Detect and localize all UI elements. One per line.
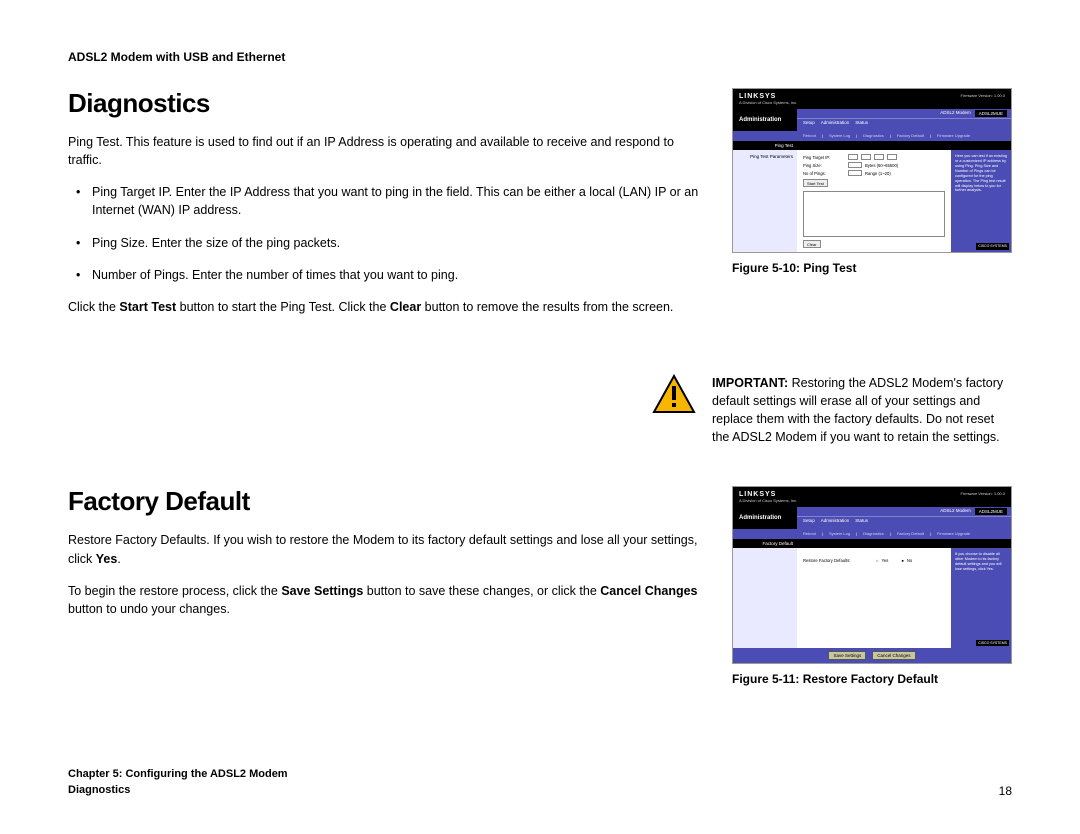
crumb-label: Factory Default — [737, 541, 797, 546]
tab-administration[interactable]: Administration — [821, 518, 850, 523]
cisco-logo: CISCO SYSTEMS — [976, 243, 1009, 250]
ip-input-3[interactable] — [874, 154, 884, 160]
diagnostics-text: Diagnostics Ping Test. This feature is u… — [68, 88, 704, 330]
text: Click the — [68, 300, 119, 314]
tab-status[interactable]: Status — [855, 518, 868, 523]
factory-p2: To begin the restore process, click the … — [68, 582, 704, 618]
size-input[interactable] — [848, 162, 862, 168]
opt-no: No — [907, 558, 912, 563]
subtab-firmware[interactable]: Firmware Upgrade — [937, 133, 970, 138]
model-code: ADSL2MUE — [975, 508, 1007, 515]
subtab-reboot[interactable]: Reboot — [803, 531, 816, 536]
tab-status[interactable]: Status — [855, 120, 868, 125]
brand-sub: A Division of Cisco Systems, Inc. — [739, 498, 1005, 503]
text: Restore Factory Defaults. If you wish to… — [68, 533, 697, 565]
footer-chapter: Chapter 5: Configuring the ADSL2 Modem — [68, 767, 288, 782]
radio-yes[interactable]: ○ — [876, 558, 879, 563]
subtab-factory[interactable]: Factory Default — [897, 133, 924, 138]
yes-ref: Yes — [96, 552, 118, 566]
panel-label: Ping Test Parameters — [733, 150, 797, 252]
ip-input-2[interactable] — [861, 154, 871, 160]
start-test-button[interactable]: Start Test — [803, 179, 828, 187]
diagnostics-heading: Diagnostics — [68, 88, 704, 119]
opt-yes: Yes — [882, 558, 889, 563]
radio-no[interactable]: ● — [901, 558, 904, 563]
factory-row: Factory Default Restore Factory Defaults… — [68, 486, 1012, 686]
factory-text: Factory Default Restore Factory Defaults… — [68, 486, 704, 686]
important-callout: IMPORTANT: Restoring the ADSL2 Modem's f… — [652, 374, 1012, 447]
model-label: ADSL2 Modem — [940, 110, 971, 117]
firmware-label: Firmware Version: 1.00.0 — [961, 93, 1005, 98]
text: To begin the restore process, click the — [68, 584, 281, 598]
ip-input-1[interactable] — [848, 154, 858, 160]
clear-ref: Clear — [390, 300, 421, 314]
crumb-label: Ping Test — [737, 143, 797, 148]
field-target-label: Ping Target IP: — [803, 155, 845, 160]
text: button to save these changes, or click t… — [363, 584, 600, 598]
num-input[interactable] — [848, 170, 862, 176]
bullet-num-pings: Number of Pings. Enter the number of tim… — [92, 266, 704, 284]
clear-button[interactable]: Clear — [803, 240, 821, 248]
help-text: Here you can test if an existing or a cu… — [955, 154, 1007, 193]
brand-sub: A Division of Cisco Systems, Inc. — [739, 100, 1005, 105]
important-label: IMPORTANT: — [712, 376, 788, 390]
diagnostics-row: Diagnostics Ping Test. This feature is u… — [68, 88, 1012, 330]
text: . — [117, 552, 120, 566]
figure-5-10-caption: Figure 5-10: Ping Test — [732, 261, 1012, 275]
subtab-reboot[interactable]: Reboot — [803, 133, 816, 138]
subtab-diagnostics[interactable]: Diagnostics — [863, 531, 884, 536]
model-label: ADSL2 Modem — [940, 508, 971, 515]
cancel-changes-ref: Cancel Changes — [600, 584, 697, 598]
save-settings-button[interactable]: Save Settings — [828, 651, 866, 660]
subtab-factory[interactable]: Factory Default — [897, 531, 924, 536]
footer-section: Diagnostics — [68, 783, 288, 798]
subtab-diagnostics[interactable]: Diagnostics — [863, 133, 884, 138]
figure-5-11: LINKSYS A Division of Cisco Systems, Inc… — [732, 486, 1012, 686]
size-hint: Bytes (60~65500) — [865, 163, 898, 168]
important-text: IMPORTANT: Restoring the ADSL2 Modem's f… — [712, 374, 1012, 447]
cancel-changes-button[interactable]: Cancel Changes — [872, 651, 915, 660]
section-label: Administration — [733, 109, 797, 131]
subtab-firmware[interactable]: Firmware Upgrade — [937, 531, 970, 536]
tab-administration[interactable]: Administration — [821, 120, 850, 125]
subtab-syslog[interactable]: System Log — [829, 531, 850, 536]
important-row: IMPORTANT: Restoring the ADSL2 Modem's f… — [68, 374, 1012, 447]
text: button to undo your changes. — [68, 602, 230, 616]
page-footer: Chapter 5: Configuring the ADSL2 Modem D… — [68, 767, 1012, 798]
tab-setup[interactable]: Setup — [803, 518, 815, 523]
factory-default-screenshot: LINKSYS A Division of Cisco Systems, Inc… — [732, 486, 1012, 664]
cisco-logo: CISCO SYSTEMS — [976, 640, 1009, 647]
product-header: ADSL2 Modem with USB and Ethernet — [68, 50, 1012, 64]
help-text: If you choose to disable all other Modem… — [955, 552, 1007, 572]
diagnostics-closing: Click the Start Test button to start the… — [68, 298, 704, 316]
field-num-label: No of Pings: — [803, 171, 845, 176]
text: button to start the Ping Test. Click the — [176, 300, 390, 314]
tab-setup[interactable]: Setup — [803, 120, 815, 125]
bullet-target-ip: Ping Target IP. Enter the IP Address tha… — [92, 183, 704, 219]
panel-label — [733, 548, 797, 648]
text: button to remove the results from the sc… — [421, 300, 673, 314]
figure-5-11-caption: Figure 5-11: Restore Factory Default — [732, 672, 1012, 686]
subtab-syslog[interactable]: System Log — [829, 133, 850, 138]
bullet-ping-size: Ping Size. Enter the size of the ping pa… — [92, 234, 704, 252]
model-code: ADSL2MUE — [975, 110, 1007, 117]
field-size-label: Ping Size: — [803, 163, 845, 168]
ping-test-screenshot: LINKSYS A Division of Cisco Systems, Inc… — [732, 88, 1012, 253]
restore-label: Restore Factory Defaults: — [803, 558, 873, 563]
save-settings-ref: Save Settings — [281, 584, 363, 598]
warning-icon — [652, 374, 696, 414]
num-hint: Range (1~20) — [865, 171, 891, 176]
ip-input-4[interactable] — [887, 154, 897, 160]
section-label: Administration — [733, 507, 797, 529]
page-number: 18 — [999, 784, 1012, 798]
results-area — [803, 191, 945, 237]
start-test-ref: Start Test — [119, 300, 176, 314]
figure-5-10: LINKSYS A Division of Cisco Systems, Inc… — [732, 88, 1012, 330]
factory-p1: Restore Factory Defaults. If you wish to… — [68, 531, 704, 567]
diagnostics-intro: Ping Test. This feature is used to find … — [68, 133, 704, 169]
diagnostics-bullets: Ping Target IP. Enter the IP Address tha… — [68, 183, 704, 284]
firmware-label: Firmware Version: 1.00.0 — [961, 491, 1005, 496]
factory-heading: Factory Default — [68, 486, 704, 517]
